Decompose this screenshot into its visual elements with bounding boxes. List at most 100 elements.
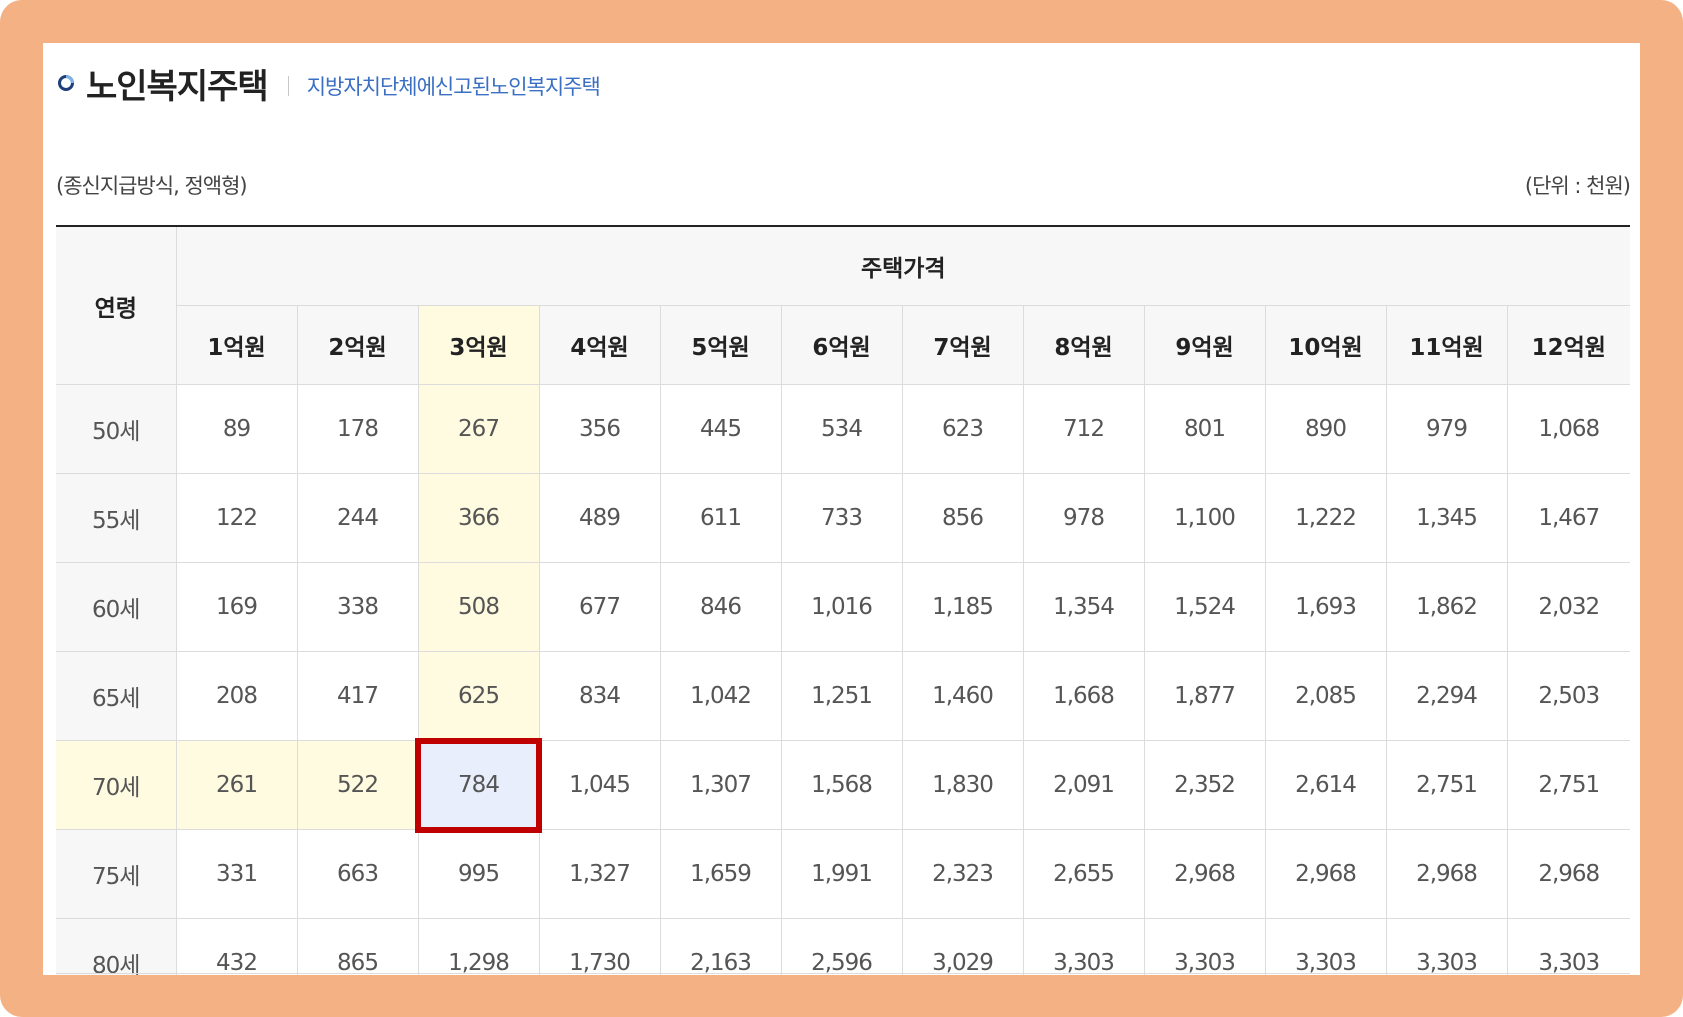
amount-cell: 338 [296,562,419,652]
amount-cell: 625 [417,651,540,741]
amount-cell: 1,251 [780,651,903,741]
price-column-header: 8억원 [1022,305,1145,385]
amount-cell: 834 [538,651,661,741]
amount-cell: 1,307 [659,740,782,830]
amount-cell: 865 [296,918,419,975]
amount-cell: 1,327 [538,829,661,919]
amount-cell: 801 [1143,384,1266,474]
age-cell: 75세 [56,829,177,919]
amount-cell: 522 [296,740,419,830]
amount-cell: 261 [175,740,298,830]
amount-cell: 2,503 [1506,651,1631,741]
amount-cell: 3,029 [901,918,1024,975]
table-row: 65세 208 417 625 834 1,042 1,251 1,460 1,668 1,877… [56,651,1631,741]
amount-cell: 508 [417,562,540,652]
amount-cell: 1,524 [1143,562,1266,652]
price-column-header: 6억원 [780,305,903,385]
amount-cell: 1,042 [659,651,782,741]
amount-cell: 3,303 [1022,918,1145,975]
table-row: 60세 169 338 508 677 846 1,016 1,185 1,354 1,524 1,… [56,562,1631,652]
table-bottom-rule [56,973,1630,974]
amount-cell: 890 [1264,384,1387,474]
amount-cell: 1,045 [538,740,661,830]
amount-cell: 1,185 [901,562,1024,652]
amount-cell: 1,668 [1022,651,1145,741]
amount-cell: 2,968 [1143,829,1266,919]
price-column-header: 10억원 [1264,305,1387,385]
age-header: 연령 [56,225,177,385]
table-row: 50세 89 178 267 356 445 534 623 712 801 890 979 1,068 [56,384,1631,474]
page-subtitle: 지방자치단체에신고된노인복지주택 [306,75,601,99]
amount-cell: 978 [1022,473,1145,563]
amount-cell: 1,016 [780,562,903,652]
amount-cell: 2,968 [1385,829,1508,919]
amount-cell: 677 [538,562,661,652]
amount-cell: 846 [659,562,782,652]
amount-cell: 733 [780,473,903,563]
amount-cell: 712 [1022,384,1145,474]
age-cell: 50세 [56,384,177,474]
amount-cell: 611 [659,473,782,563]
age-cell: 80세 [56,918,177,975]
amount-cell: 267 [417,384,540,474]
title-divider [287,76,289,96]
amount-cell: 2,968 [1506,829,1631,919]
amount-cell: 623 [901,384,1024,474]
amount-cell: 122 [175,473,298,563]
amount-cell: 2,294 [1385,651,1508,741]
age-cell: 55세 [56,473,177,563]
price-column-header: 7억원 [901,305,1024,385]
price-column-header: 11억원 [1385,305,1508,385]
amount-cell: 1,460 [901,651,1024,741]
amount-cell: 1,298 [417,918,540,975]
price-column-header: 5억원 [659,305,782,385]
amount-cell: 1,068 [1506,384,1631,474]
amount-cell: 1,730 [538,918,661,975]
amount-cell: 1,830 [901,740,1024,830]
amount-cell: 489 [538,473,661,563]
amount-cell: 1,345 [1385,473,1508,563]
amount-cell: 244 [296,473,419,563]
price-column-header: 2억원 [296,305,419,385]
house-price-header: 주택가격 [175,225,1631,306]
age-cell: 65세 [56,651,177,741]
table-row: 55세 122 244 366 489 611 733 856 978 1,100 1,222 1,3… [56,473,1631,563]
amount-cell: 1,991 [780,829,903,919]
unit-note: (단위 : 천원) [1524,174,1631,198]
table-row: 70세 261 522 784 1,045 1,307 1,568 1,830 2,091 2,3… [56,737,1631,833]
content-panel: 노인복지주택 지방자치단체에신고된노인복지주택 (종신지급방식, 정액형) (단… [43,43,1640,975]
amount-cell: 1,862 [1385,562,1508,652]
amount-cell: 356 [538,384,661,474]
payment-method-note: (종신지급방식, 정액형) [56,174,248,198]
outer-frame: 노인복지주택 지방자치단체에신고된노인복지주택 (종신지급방식, 정액형) (단… [0,0,1683,1017]
amount-cell: 2,614 [1264,740,1387,830]
price-column-header: 1억원 [176,305,298,385]
price-column-header: 4억원 [538,305,661,385]
table-row: 80세 432 865 1,298 1,730 2,163 2,596 3,029 3,303 3… [56,918,1631,975]
age-cell: 60세 [56,562,177,652]
amount-cell: 169 [175,562,298,652]
selected-amount-cell: 784 [415,737,542,833]
amount-cell: 1,467 [1506,473,1631,563]
pension-table: 연령 주택가격 1억원 2억원 3억원 4억원 5억원 6억원 7억원 8억원 9억원 10억원 1… [56,225,1631,975]
amount-cell: 2,596 [780,918,903,975]
amount-cell: 2,163 [659,918,782,975]
amount-cell: 178 [296,384,419,474]
page-title: 노인복지주택 [86,66,269,107]
amount-cell: 1,568 [780,740,903,830]
amount-cell: 2,032 [1506,562,1631,652]
amount-cell: 366 [417,473,540,563]
price-column-header: 3억원 [417,305,540,385]
amount-cell: 2,352 [1143,740,1266,830]
amount-cell: 208 [175,651,298,741]
amount-cell: 1,354 [1022,562,1145,652]
amount-cell: 3,303 [1143,918,1266,975]
amount-cell: 89 [175,384,298,474]
amount-cell: 979 [1385,384,1508,474]
amount-cell: 432 [175,918,298,975]
amount-cell: 2,655 [1022,829,1145,919]
amount-cell: 3,303 [1506,918,1631,975]
amount-cell: 1,222 [1264,473,1387,563]
amount-cell: 856 [901,473,1024,563]
amount-cell: 417 [296,651,419,741]
